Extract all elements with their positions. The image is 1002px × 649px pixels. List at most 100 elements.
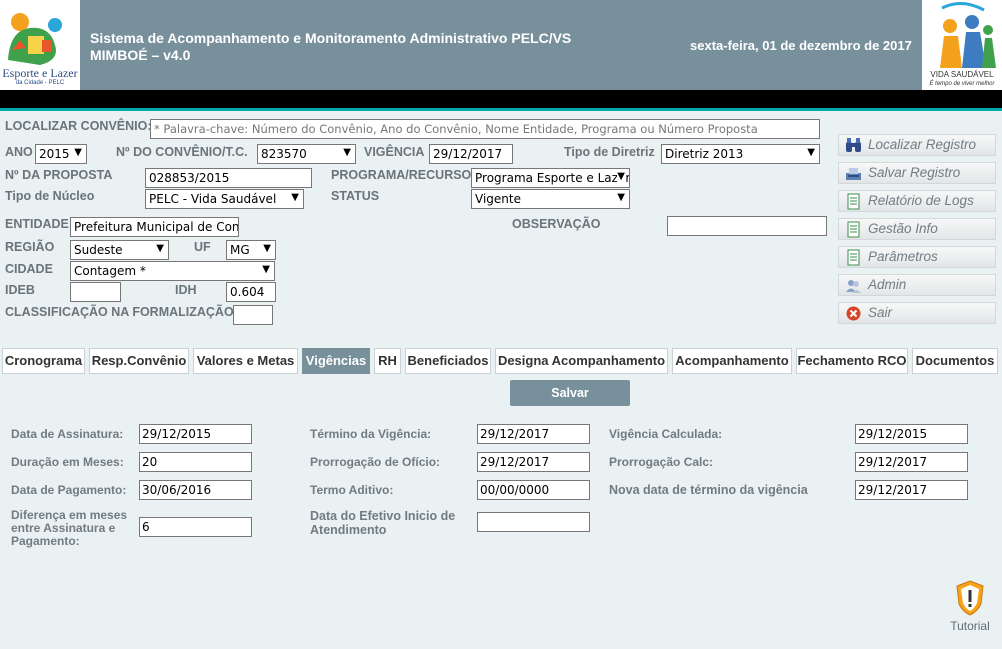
vigencia-calculada-label: Vigência Calculada: xyxy=(609,427,723,441)
admin-button[interactable]: Admin xyxy=(838,274,996,296)
tipo-diretriz-label: Tipo de Diretriz xyxy=(564,145,655,159)
logo-left-subtitle: da Cidade - PELC xyxy=(15,80,65,86)
tab-designa-acompanhamento[interactable]: Designa Acompanhamento xyxy=(495,348,668,374)
status-select[interactable]: Vigente ▼ xyxy=(471,189,630,209)
sair-button[interactable]: Sair xyxy=(838,302,996,324)
chevron-down-icon: ▼ xyxy=(291,192,299,203)
logo-right-subtitle: É tempo de viver melhor xyxy=(929,81,995,87)
tab-cronograma[interactable]: Cronograma xyxy=(2,348,85,374)
proposta-input[interactable]: 028853/2015 xyxy=(145,168,312,188)
localizar-label: LOCALIZAR CONVÊNIO: xyxy=(5,119,152,133)
users-icon xyxy=(846,280,861,293)
accent-line xyxy=(0,108,1002,111)
vida-saudavel-logo: VIDA SAUDÁVEL É tempo de viver melhor xyxy=(922,0,1002,90)
data-pagamento-input[interactable]: 30/06/2016 xyxy=(139,480,252,500)
diferenca-label-line3: Pagamento: xyxy=(11,534,80,548)
classificacao-input[interactable] xyxy=(233,305,273,325)
prorrogacao-calc-input[interactable]: 29/12/2017 xyxy=(855,452,968,472)
vigencia-calculada-input[interactable]: 29/12/2015 xyxy=(855,424,968,444)
cidade-value: Contagem * xyxy=(74,264,146,278)
menu-label-sair: Sair xyxy=(868,305,893,320)
tab-documentos[interactable]: Documentos xyxy=(912,348,998,374)
tutorial-button[interactable]: Tutorial xyxy=(944,580,996,633)
chevron-down-icon: ▼ xyxy=(263,243,271,254)
save-button[interactable]: Salvar xyxy=(510,380,630,406)
tab-rh[interactable]: RH xyxy=(374,348,401,374)
efetivo-inicio-input[interactable] xyxy=(477,512,590,532)
status-label: STATUS xyxy=(331,189,380,203)
prorrogacao-oficio-input[interactable]: 29/12/2017 xyxy=(477,452,590,472)
warning-shield-icon xyxy=(956,580,984,616)
programa-value: Programa Esporte e Lazer xyxy=(475,171,630,185)
tab-vigencias[interactable]: Vigências xyxy=(302,348,370,374)
document-icon xyxy=(847,249,860,266)
cidade-select[interactable]: Contagem * ▼ xyxy=(70,261,275,281)
system-title-line1: Sistema de Acompanhamento e Monitorament… xyxy=(90,30,572,46)
proposta-label: Nº DA PROPOSTA xyxy=(5,168,113,182)
ideb-input[interactable] xyxy=(70,282,121,302)
duracao-input[interactable]: 20 xyxy=(139,452,252,472)
ideb-label: IDEB xyxy=(5,283,35,297)
entidade-label: ENTIDADE xyxy=(5,217,69,231)
chevron-down-icon: ▼ xyxy=(617,192,625,203)
tab-valores-metas[interactable]: Valores e Metas xyxy=(193,348,298,374)
ano-select[interactable]: 2015 ▼ xyxy=(35,144,87,164)
tipo-nucleo-select[interactable]: PELC - Vida Saudável ▼ xyxy=(145,189,304,209)
data-assinatura-input[interactable]: 29/12/2015 xyxy=(139,424,252,444)
chevron-down-icon: ▼ xyxy=(807,147,815,158)
menu-label-salvar: Salvar Registro xyxy=(868,165,961,180)
system-title: Sistema de Acompanhamento e Monitorament… xyxy=(90,30,571,64)
regiao-select[interactable]: Sudeste ▼ xyxy=(70,240,169,260)
document-icon xyxy=(847,193,860,210)
status-value: Vigente xyxy=(475,192,521,206)
observacao-textarea[interactable] xyxy=(667,216,827,236)
chevron-down-icon: ▼ xyxy=(343,147,351,158)
regiao-value: Sudeste xyxy=(74,243,123,257)
programa-select[interactable]: Programa Esporte e Lazer ▼ xyxy=(471,168,630,188)
diferenca-input[interactable]: 6 xyxy=(139,517,252,537)
current-date: sexta-feira, 01 de dezembro de 2017 xyxy=(690,38,912,53)
tipo-diretriz-select[interactable]: Diretriz 2013 ▼ xyxy=(661,144,820,164)
tab-resp-convenio[interactable]: Resp.Convênio xyxy=(89,348,189,374)
localizar-registro-button[interactable]: Localizar Registro xyxy=(838,134,996,156)
idh-label: IDH xyxy=(175,283,197,297)
uf-label: UF xyxy=(194,240,211,254)
save-icon xyxy=(846,168,861,180)
convenio-label: Nº DO CONVÊNIO/T.C. xyxy=(116,145,248,159)
gestao-info-button[interactable]: Gestão Info xyxy=(838,218,996,240)
tab-fechamento-rco[interactable]: Fechamento RCO xyxy=(796,348,908,374)
menu-label-parametros: Parâmetros xyxy=(868,249,938,264)
document-icon xyxy=(847,221,860,238)
data-assinatura-label: Data de Assinatura: xyxy=(11,427,124,441)
relatorio-logs-button[interactable]: Relatório de Logs xyxy=(838,190,996,212)
termino-label: Término da Vigência: xyxy=(310,427,432,441)
vigencia-input[interactable]: 29/12/2017 xyxy=(429,144,513,164)
binoculars-icon xyxy=(846,138,861,152)
header-divider xyxy=(0,90,1002,108)
tab-acompanhamento[interactable]: Acompanhamento xyxy=(672,348,792,374)
idh-input[interactable]: 0.604 xyxy=(226,282,276,302)
tab-beneficiados[interactable]: Beneficiados xyxy=(405,348,491,374)
chevron-down-icon: ▼ xyxy=(74,147,82,158)
close-icon xyxy=(846,306,861,321)
tipo-nucleo-value: PELC - Vida Saudável xyxy=(149,192,277,206)
termo-aditivo-label: Termo Aditivo: xyxy=(310,483,394,497)
entidade-input[interactable]: Prefeitura Municipal de Contag xyxy=(70,217,239,237)
termino-input[interactable]: 29/12/2017 xyxy=(477,424,590,444)
nova-data-input[interactable]: 29/12/2017 xyxy=(855,480,968,500)
nova-data-label: Nova data de término da vigência xyxy=(609,483,808,497)
localizar-input[interactable]: * Palavra-chave: Número do Convênio, Ano… xyxy=(150,119,820,139)
chevron-down-icon: ▼ xyxy=(156,243,164,254)
logo-right-title: VIDA SAUDÁVEL xyxy=(930,70,994,79)
uf-select[interactable]: MG ▼ xyxy=(226,240,276,260)
tipo-nucleo-label: Tipo de Núcleo xyxy=(5,189,95,203)
logo-left-title: Esporte e Lazer xyxy=(2,66,78,80)
data-pagamento-label: Data de Pagamento: xyxy=(11,483,127,497)
classificacao-label: CLASSIFICAÇÃO NA FORMALIZAÇÃO xyxy=(5,305,234,319)
system-title-line2: MIMBOÉ – v4.0 xyxy=(90,47,191,63)
convenio-select[interactable]: 823570 ▼ xyxy=(257,144,356,164)
termo-aditivo-input[interactable]: 00/00/0000 xyxy=(477,480,590,500)
parametros-button[interactable]: Parâmetros xyxy=(838,246,996,268)
salvar-registro-button[interactable]: Salvar Registro xyxy=(838,162,996,184)
uf-value: MG xyxy=(230,243,250,257)
